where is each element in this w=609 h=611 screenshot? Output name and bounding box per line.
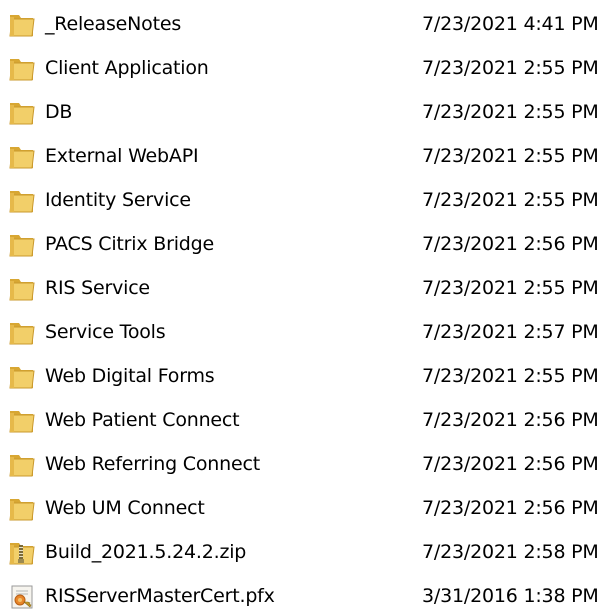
- folder-icon: [8, 144, 38, 170]
- list-item-external-webapi[interactable]: External WebAPI 7/23/2021 2:55 PM: [0, 134, 609, 178]
- file-name: DB: [45, 101, 73, 123]
- file-modified-date: 7/23/2021 2:58 PM: [422, 541, 599, 563]
- file-modified-date: 7/23/2021 4:41 PM: [422, 13, 599, 35]
- file-name: _ReleaseNotes: [45, 13, 182, 35]
- file-name: Web Digital Forms: [45, 365, 215, 387]
- list-item-ris-server-master-cert[interactable]: RISServerMasterCert.pfx 3/31/2016 1:38 P…: [0, 574, 609, 611]
- list-item-web-digital-forms[interactable]: Web Digital Forms 7/23/2021 2:55 PM: [0, 354, 609, 398]
- folder-icon: [8, 232, 38, 258]
- zip-folder-icon: [8, 540, 38, 566]
- folder-icon: [8, 12, 38, 38]
- file-name: Web Patient Connect: [45, 409, 240, 431]
- folder-icon: [8, 364, 38, 390]
- list-item-identity-service[interactable]: Identity Service 7/23/2021 2:55 PM: [0, 178, 609, 222]
- file-name: RIS Service: [45, 277, 150, 299]
- file-modified-date: 7/23/2021 2:57 PM: [422, 321, 599, 343]
- folder-icon: [8, 408, 38, 434]
- file-name: Service Tools: [45, 321, 166, 343]
- folder-icon: [8, 188, 38, 214]
- file-modified-date: 7/23/2021 2:56 PM: [422, 453, 599, 475]
- folder-icon: [8, 320, 38, 346]
- file-modified-date: 7/23/2021 2:55 PM: [422, 189, 599, 211]
- list-item-build-zip[interactable]: Build_2021.5.24.2.zip 7/23/2021 2:58 PM: [0, 530, 609, 574]
- list-item-pacs-citrix-bridge[interactable]: PACS Citrix Bridge 7/23/2021 2:56 PM: [0, 222, 609, 266]
- file-name: Build_2021.5.24.2.zip: [45, 541, 247, 563]
- file-name: Web Referring Connect: [45, 453, 260, 475]
- list-item-web-referring-connect[interactable]: Web Referring Connect 7/23/2021 2:56 PM: [0, 442, 609, 486]
- file-modified-date: 7/23/2021 2:55 PM: [422, 145, 599, 167]
- file-modified-date: 7/23/2021 2:55 PM: [422, 101, 599, 123]
- folder-icon: [8, 496, 38, 522]
- file-modified-date: 7/23/2021 2:55 PM: [422, 57, 599, 79]
- file-modified-date: 7/23/2021 2:55 PM: [422, 365, 599, 387]
- list-item-web-patient-connect[interactable]: Web Patient Connect 7/23/2021 2:56 PM: [0, 398, 609, 442]
- list-item-web-um-connect[interactable]: Web UM Connect 7/23/2021 2:56 PM: [0, 486, 609, 530]
- file-modified-date: 7/23/2021 2:56 PM: [422, 409, 599, 431]
- file-name: Identity Service: [45, 189, 191, 211]
- file-name: Web UM Connect: [45, 497, 205, 519]
- file-name: External WebAPI: [45, 145, 199, 167]
- file-name: Client Application: [45, 57, 209, 79]
- file-modified-date: 7/23/2021 2:56 PM: [422, 233, 599, 255]
- list-item-service-tools[interactable]: Service Tools 7/23/2021 2:57 PM: [0, 310, 609, 354]
- folder-icon: [8, 56, 38, 82]
- file-list: _ReleaseNotes 7/23/2021 4:41 PM Client A…: [0, 0, 609, 611]
- list-item-client-application[interactable]: Client Application 7/23/2021 2:55 PM: [0, 46, 609, 90]
- list-item-release-notes[interactable]: _ReleaseNotes 7/23/2021 4:41 PM: [0, 2, 609, 46]
- certificate-icon: [8, 584, 38, 610]
- list-item-ris-service[interactable]: RIS Service 7/23/2021 2:55 PM: [0, 266, 609, 310]
- folder-icon: [8, 100, 38, 126]
- folder-icon: [8, 276, 38, 302]
- file-modified-date: 3/31/2016 1:38 PM: [422, 585, 599, 607]
- folder-icon: [8, 452, 38, 478]
- list-item-db[interactable]: DB 7/23/2021 2:55 PM: [0, 90, 609, 134]
- file-name: PACS Citrix Bridge: [45, 233, 214, 255]
- file-modified-date: 7/23/2021 2:55 PM: [422, 277, 599, 299]
- file-modified-date: 7/23/2021 2:56 PM: [422, 497, 599, 519]
- file-name: RISServerMasterCert.pfx: [45, 585, 275, 607]
